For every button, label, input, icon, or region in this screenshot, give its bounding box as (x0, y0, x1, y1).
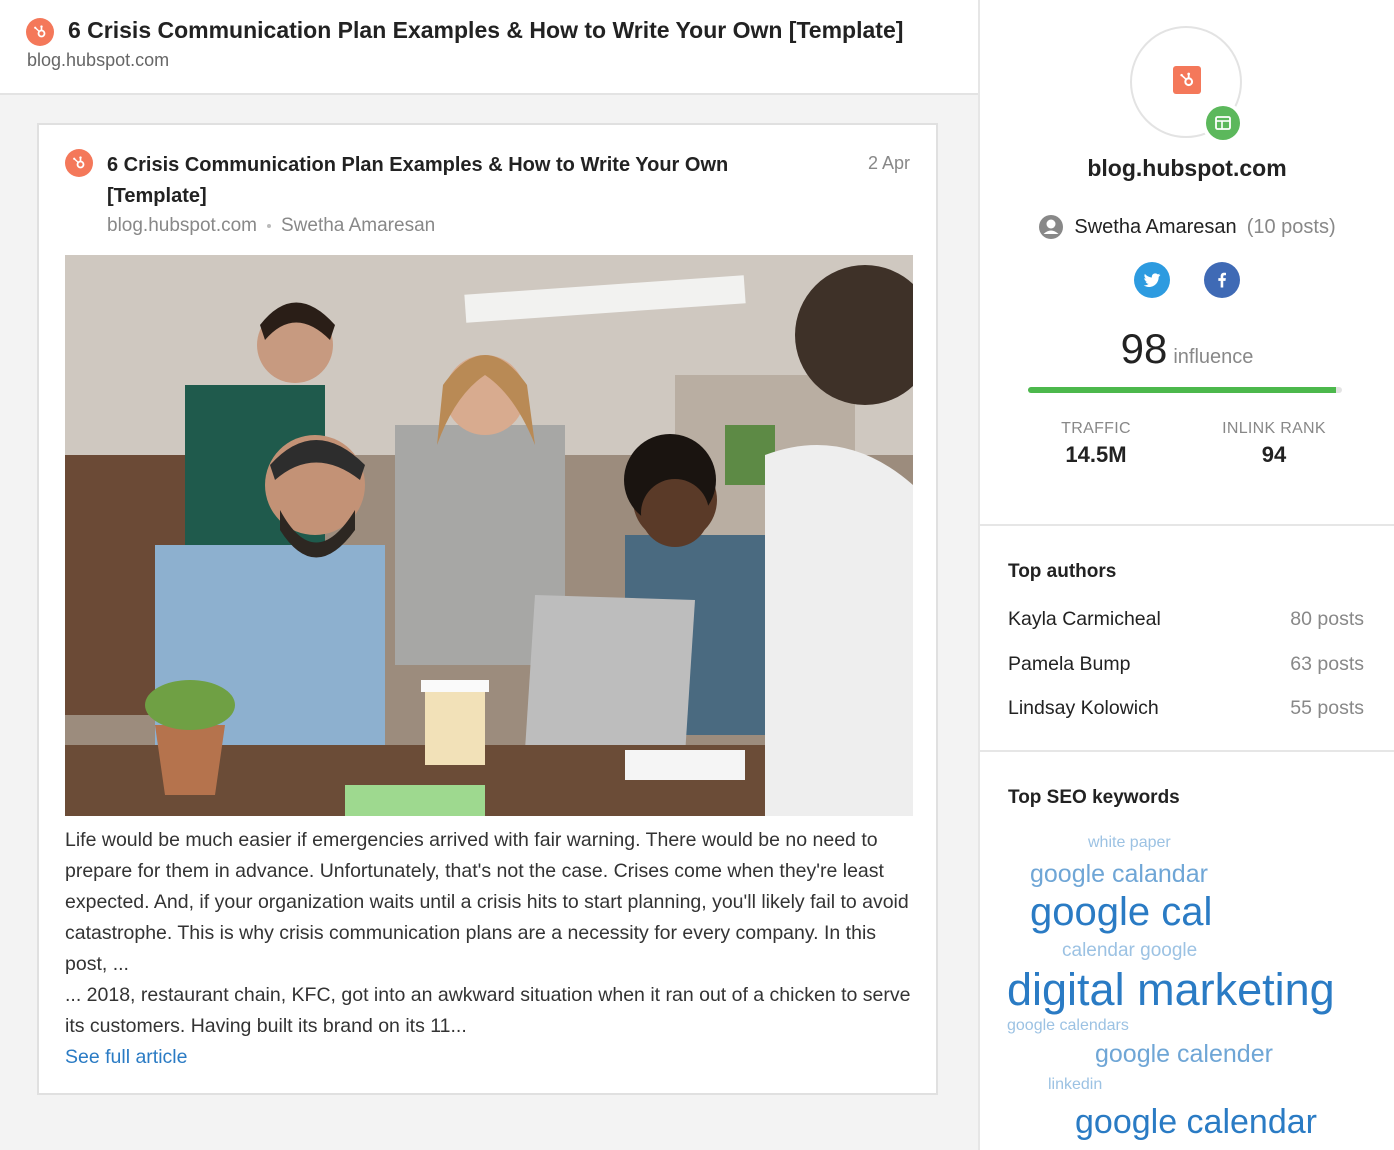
influence-bar (1028, 387, 1342, 393)
seo-keyword[interactable]: google cal (1030, 890, 1212, 935)
top-author-name[interactable]: Pamela Bump (1008, 653, 1130, 676)
facebook-icon[interactable] (1204, 262, 1240, 298)
profile-author: Swetha Amaresan (10 posts) (980, 214, 1394, 240)
inlink-rank-label: INLINK RANK (1222, 420, 1326, 437)
profile-domain[interactable]: blog.hubspot.com (980, 155, 1394, 182)
article-card: 6 Crisis Communication Plan Examples & H… (37, 123, 938, 1095)
seo-keywords-title: Top SEO keywords (1008, 787, 1180, 808)
header-domain[interactable]: blog.hubspot.com (27, 50, 169, 71)
article-meta: blog.hubspot.com Swetha Amaresan (107, 215, 435, 237)
article-domain[interactable]: blog.hubspot.com (107, 215, 257, 237)
article-image[interactable] (65, 255, 913, 816)
feed-panel: 6 Crisis Communication Plan Examples & H… (0, 0, 978, 1150)
inlink-rank-value: 94 (1261, 442, 1287, 467)
article-date: 2 Apr (867, 153, 910, 173)
article-title[interactable]: 6 Crisis Communication Plan Examples & H… (107, 150, 807, 212)
hubspot-logo-icon (65, 149, 93, 177)
site-avatar (1130, 26, 1244, 144)
seo-keyword[interactable]: google calendar (1075, 1103, 1317, 1142)
header-title[interactable]: 6 Crisis Communication Plan Examples & H… (68, 17, 908, 44)
top-author-name[interactable]: Lindsay Kolowich (1008, 697, 1159, 720)
seo-keyword[interactable]: digital marketing (1007, 964, 1335, 1016)
top-author-posts: 80 posts (1290, 608, 1364, 630)
separator-dot (267, 224, 271, 228)
feed-header: 6 Crisis Communication Plan Examples & H… (0, 0, 978, 95)
influence-bar-fill (1028, 387, 1336, 393)
excerpt-paragraph-2: ... 2018, restaurant chain, KFC, got int… (65, 984, 911, 1037)
twitter-icon[interactable] (1134, 262, 1170, 298)
top-author-posts: 55 posts (1290, 697, 1364, 719)
influence-label: influence (1173, 346, 1254, 368)
top-author-row[interactable]: Lindsay Kolowich 55 posts (1008, 697, 1364, 720)
traffic-value: 14.5M (1065, 442, 1127, 467)
seo-keyword[interactable]: google calandar (1030, 860, 1208, 889)
seo-keyword[interactable]: calendar google (1062, 940, 1197, 962)
social-links (980, 262, 1394, 298)
hubspot-logo-icon (1173, 66, 1201, 94)
traffic-stat: TRAFFIC 14.5M (1016, 420, 1176, 468)
blog-layout-icon (1206, 106, 1240, 140)
top-authors-title: Top authors (1008, 561, 1117, 582)
section-divider (980, 750, 1394, 752)
blog-badge (1202, 102, 1244, 144)
seo-keyword[interactable]: linkedin (1048, 1076, 1102, 1094)
seo-keyword[interactable]: google calender (1095, 1040, 1273, 1069)
site-profile-sidebar: blog.hubspot.com Swetha Amaresan (10 pos… (978, 0, 1394, 1150)
top-author-row[interactable]: Kayla Carmicheal 80 posts (1008, 608, 1364, 631)
hubspot-logo-icon (26, 18, 54, 46)
profile-author-name[interactable]: Swetha Amaresan (1074, 216, 1236, 239)
see-full-article-link[interactable]: See full article (65, 1042, 187, 1073)
excerpt-paragraph-1: Life would be much easier if emergencies… (65, 829, 909, 975)
seo-keyword[interactable]: google calendars (1007, 1017, 1129, 1035)
profile-author-posts: (10 posts) (1246, 215, 1336, 238)
top-author-row[interactable]: Pamela Bump 63 posts (1008, 653, 1364, 676)
influence-value: 98 (1120, 325, 1168, 372)
top-author-posts: 63 posts (1290, 653, 1364, 675)
inlink-rank-stat: INLINK RANK 94 (1194, 420, 1354, 468)
seo-keyword[interactable]: white paper (1088, 834, 1171, 852)
article-author[interactable]: Swetha Amaresan (281, 215, 435, 237)
traffic-label: TRAFFIC (1061, 420, 1131, 437)
top-author-name[interactable]: Kayla Carmicheal (1008, 608, 1161, 631)
section-divider (980, 524, 1394, 526)
user-icon (1039, 215, 1064, 239)
article-excerpt: Life would be much easier if emergencies… (65, 825, 913, 1073)
influence-score: 98 influence (980, 325, 1394, 373)
